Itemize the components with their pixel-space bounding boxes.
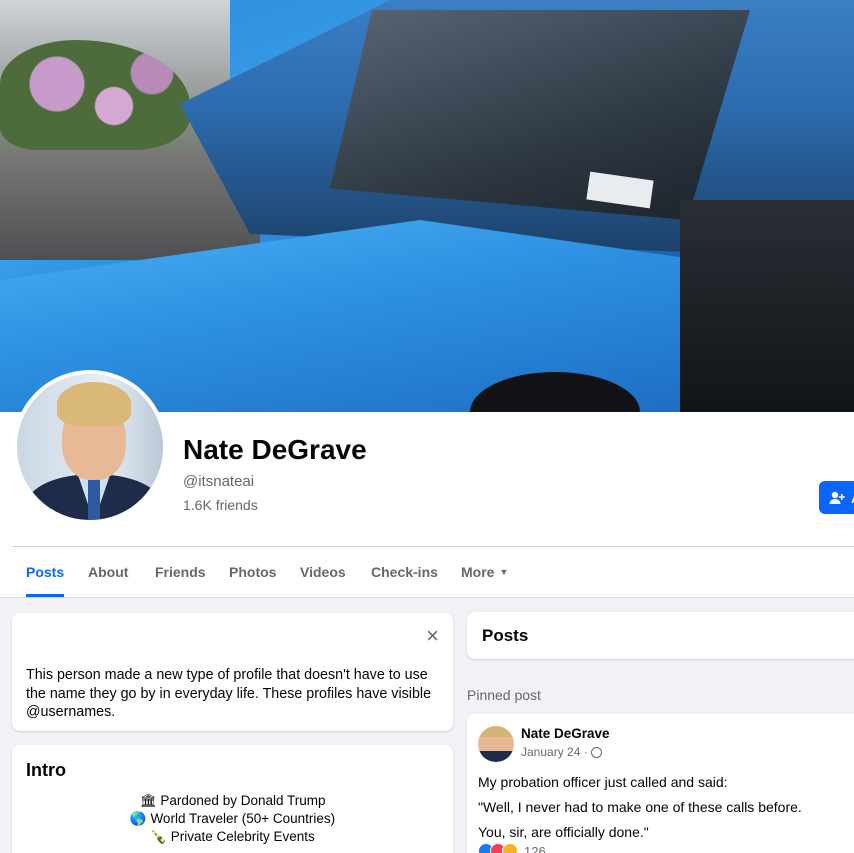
care-reaction-icon — [502, 843, 518, 853]
tab-posts[interactable]: Posts — [26, 548, 65, 597]
post-date[interactable]: January 24 · — [521, 745, 602, 759]
friends-count[interactable]: 1.6K friends — [183, 497, 258, 513]
post-author-name[interactable]: Nate DeGrave — [521, 726, 610, 741]
posts-title: Posts — [482, 626, 529, 645]
tab-more[interactable]: More ▼ — [461, 548, 508, 596]
intro-title: Intro — [26, 760, 66, 780]
close-icon[interactable]: × — [426, 625, 439, 647]
tab-more-label: More — [461, 564, 495, 580]
profile-tabs: Posts About Friends Photos Videos Check-… — [0, 548, 854, 598]
tab-check-ins[interactable]: Check-ins — [371, 548, 438, 596]
post-text: My probation officer just called and sai… — [478, 770, 802, 845]
intro-item-text: World Traveler (50+ Countries) — [150, 811, 336, 826]
post-date-text: January 24 · — [521, 745, 588, 759]
pinned-post-label: Pinned post — [467, 687, 541, 703]
cover-photo[interactable] — [0, 0, 854, 412]
add-friend-button[interactable]: A — [819, 481, 854, 514]
profile-type-notice: × This person made a new type of profile… — [12, 613, 453, 731]
add-user-icon — [829, 491, 845, 504]
intro-item-text: Private Celebrity Events — [170, 829, 315, 844]
tab-photos[interactable]: Photos — [229, 548, 276, 596]
tab-about[interactable]: About — [88, 548, 128, 596]
caret-down-icon: ▼ — [499, 567, 509, 577]
reaction-count: 126 — [524, 843, 546, 853]
posts-header-card: Posts — [467, 612, 854, 659]
tab-videos[interactable]: Videos — [300, 548, 346, 596]
post-line: My probation officer just called and sai… — [478, 774, 728, 790]
intro-item: 🍾 Private Celebrity Events — [12, 828, 453, 846]
intro-item: 🏛 Pardoned by Donald Trump — [12, 792, 453, 810]
profile-avatar[interactable] — [13, 370, 167, 524]
post-line: You, sir, are officially done." — [478, 824, 649, 840]
intro-item: 🌎 World Traveler (50+ Countries) — [12, 810, 453, 828]
notice-text: This person made a new type of profile t… — [26, 667, 432, 720]
reaction-summary[interactable]: 126 — [478, 843, 546, 853]
pinned-post: Nate DeGrave January 24 · My probation o… — [467, 714, 854, 853]
post-author-avatar[interactable] — [478, 726, 514, 762]
public-globe-icon — [590, 746, 602, 758]
profile-name: Nate DeGrave — [183, 434, 367, 465]
tab-friends[interactable]: Friends — [155, 548, 206, 596]
header-divider — [12, 546, 854, 547]
profile-username: @itsnateai — [183, 473, 255, 490]
post-line: "Well, I never had to make one of these … — [478, 799, 802, 815]
intro-item-text: Pardoned by Donald Trump — [160, 793, 326, 808]
bank-icon: 🏛 — [139, 793, 157, 808]
champagne-icon: 🍾 — [150, 829, 167, 844]
globe-icon: 🌎 — [129, 811, 147, 826]
intro-card: Intro 🏛 Pardoned by Donald Trump 🌎 World… — [12, 745, 453, 853]
